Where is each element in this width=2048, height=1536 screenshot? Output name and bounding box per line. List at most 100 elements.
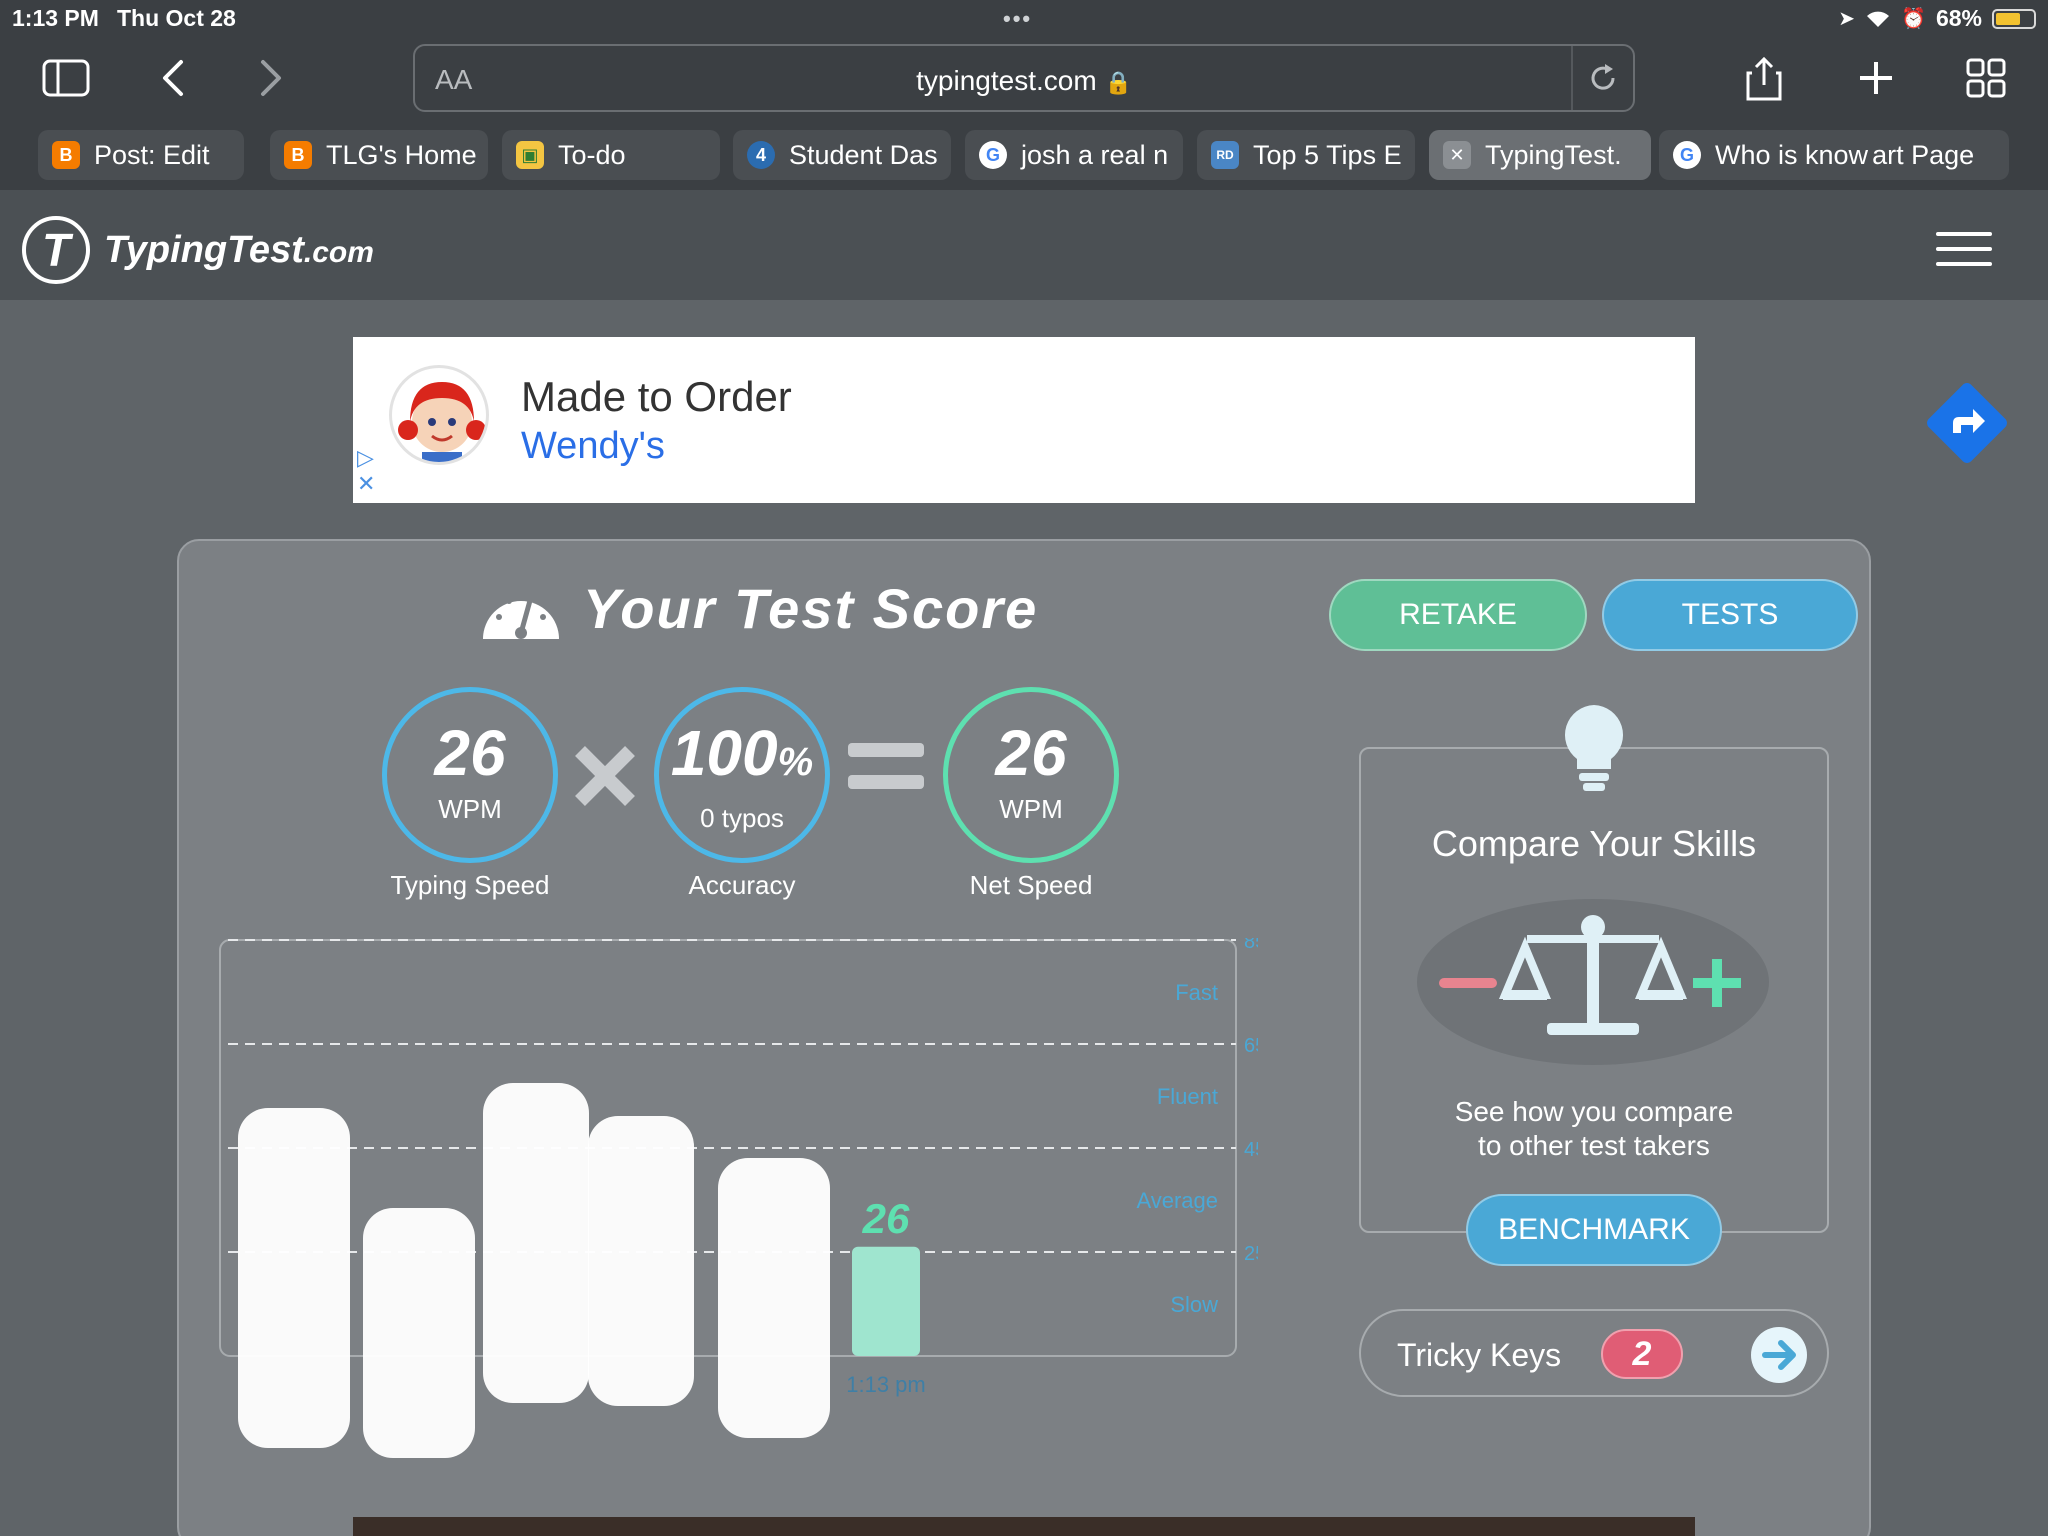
tab-label: TypingTest. xyxy=(1485,139,1622,170)
tab-0[interactable]: B Post: Edit xyxy=(38,130,244,180)
redaction-mark xyxy=(238,1108,350,1448)
tab-label-trailing: art Page xyxy=(1872,139,1975,170)
blogger-icon: B xyxy=(284,141,312,169)
y-tick-label: 25 xyxy=(1244,1243,1258,1265)
multitask-dots-icon[interactable]: ••• xyxy=(1003,6,1032,32)
directions-icon[interactable] xyxy=(1923,379,2011,472)
typing-speed-ring: 26 WPM xyxy=(382,687,558,863)
back-icon[interactable] xyxy=(142,48,202,108)
scale-icon xyxy=(1417,899,1769,1065)
wifi-icon xyxy=(1867,11,1890,27)
speed-history-chart: 85 65 45 25 Fast Fluent Average Slow 26 1:13 pm xyxy=(219,938,1258,1458)
compare-title: Compare Your Skills xyxy=(1431,823,1757,864)
net-speed-ring: 26 WPM xyxy=(943,687,1119,863)
sidebar-toggle-icon[interactable] xyxy=(36,48,96,108)
new-tab-icon[interactable] xyxy=(1846,48,1906,108)
net-speed-value: 26 xyxy=(995,717,1067,789)
banner-ad[interactable]: Made to Order Wendy's ▷ ✕ xyxy=(353,337,2007,503)
redaction-mark xyxy=(483,1083,589,1403)
battery-percent: 68% xyxy=(1935,5,1982,31)
accuracy-value: 100% xyxy=(670,717,814,789)
wendys-logo-icon xyxy=(389,365,489,465)
menu-icon[interactable] xyxy=(1936,232,1992,277)
rd-icon: RD xyxy=(1211,141,1239,169)
adchoices-icon[interactable]: ▷ ✕ xyxy=(357,445,375,497)
equals-icon xyxy=(848,743,924,789)
compare-description: See how you compare to other test takers xyxy=(1454,1096,1734,1161)
y-tick-label: 45 xyxy=(1244,1139,1258,1161)
tricky-keys-row[interactable]: Tricky Keys 2 xyxy=(1359,1309,1829,1397)
share-icon[interactable] xyxy=(1734,48,1794,108)
reload-icon[interactable] xyxy=(1571,46,1633,110)
status-indicators: ➤ ⏰ 68% xyxy=(1838,5,2036,32)
typing-speed-value: 26 xyxy=(434,717,506,789)
benchmark-button[interactable]: BENCHMARK xyxy=(1466,1194,1722,1266)
tab-2[interactable]: ▣ To-do xyxy=(502,130,720,180)
browser-toolbar: AA typingtest.com 🔒 xyxy=(0,36,2048,122)
tab-4[interactable]: Gjosh a real n xyxy=(965,130,1183,180)
net-speed-unit: WPM xyxy=(999,794,1063,824)
retake-button[interactable]: RETAKE xyxy=(1329,579,1587,651)
address-bar[interactable]: AA typingtest.com 🔒 xyxy=(413,44,1635,112)
google-icon: G xyxy=(979,141,1007,169)
typing-speed-label: Typing Speed xyxy=(390,870,550,900)
score-panel: Your Test Score RETAKE TESTS 26 WPM Typi… xyxy=(177,539,1871,1536)
typing-speed-unit: WPM xyxy=(438,794,502,824)
url-text[interactable]: typingtest.com 🔒 xyxy=(415,65,1633,97)
classroom-icon: ▣ xyxy=(516,141,544,169)
location-icon: ➤ xyxy=(1838,8,1856,30)
ad-title[interactable]: Made to Order xyxy=(521,373,792,421)
redaction-mark xyxy=(588,1116,694,1406)
blogger-icon: B xyxy=(52,141,80,169)
tab-label: Who is know xyxy=(1715,139,1869,170)
tests-button[interactable]: TESTS xyxy=(1602,579,1858,651)
speedometer-icon xyxy=(483,596,559,639)
tab-overview-icon[interactable] xyxy=(1956,48,2016,108)
close-icon[interactable]: ✕ xyxy=(1443,141,1471,169)
speed-band-label: Fluent xyxy=(1157,1084,1218,1109)
google-icon: G xyxy=(1673,141,1701,169)
accuracy-ring: 100% 0 typos xyxy=(654,687,830,863)
site-header: T TypingTest.com xyxy=(0,190,2048,300)
bottom-ad[interactable] xyxy=(353,1517,1695,1536)
speed-band-label: Slow xyxy=(1170,1292,1218,1317)
tab-1[interactable]: B TLG's Home xyxy=(270,130,488,180)
status-time: 1:13 PM xyxy=(12,5,99,31)
x-category-label: 1:13 pm xyxy=(846,1372,926,1397)
tab-5[interactable]: RD Top 5 Tips E xyxy=(1197,130,1415,180)
tab-6[interactable]: ✕ TypingTest. xyxy=(1429,130,1651,180)
tab-7[interactable]: G Who is know art Page xyxy=(1659,130,2009,180)
tab-label: To-do xyxy=(558,139,626,170)
tab-label: TLG's Home xyxy=(326,139,477,170)
tab-3[interactable]: 4 Student Das xyxy=(733,130,951,180)
logo-mark-icon: T xyxy=(22,216,90,284)
y-tick-label: 65 xyxy=(1244,1035,1258,1057)
y-tick-label: 85 xyxy=(1244,938,1258,953)
tab-label: Student Das xyxy=(789,139,938,170)
forward-icon[interactable] xyxy=(242,48,302,108)
tab-bar: B Post: Edit B TLG's Home ▣ To-do 4 Student Das… xyxy=(0,122,2048,190)
arrow-right-icon[interactable] xyxy=(1749,1325,1809,1385)
net-speed-label: Net Speed xyxy=(969,870,1093,900)
accuracy-typos: 0 typos xyxy=(700,803,784,833)
battery-icon xyxy=(1992,8,2036,29)
accuracy-label: Accuracy xyxy=(688,870,796,900)
alarm-icon: ⏰ xyxy=(1901,8,1926,30)
redaction-mark xyxy=(363,1208,475,1458)
student-icon: 4 xyxy=(747,141,775,169)
status-bar: 1:13 PM Thu Oct 28 ••• ➤ ⏰ 68% xyxy=(0,0,2048,36)
tab-label: josh a real n xyxy=(1021,139,1169,170)
ad-brand[interactable]: Wendy's xyxy=(521,425,665,468)
status-date: Thu Oct 28 xyxy=(117,5,236,31)
redaction-mark xyxy=(718,1158,830,1438)
data-bar xyxy=(852,1246,920,1356)
tab-label: Post: Edit xyxy=(94,139,210,170)
compare-skills-card: Compare Your Skills See how you compare … xyxy=(1359,747,1829,1233)
logo-text: TypingTest.com xyxy=(104,228,374,271)
speed-band-label: Fast xyxy=(1175,980,1218,1005)
tricky-keys-count: 2 xyxy=(1601,1329,1683,1379)
score-heading: Your Test Score xyxy=(479,575,1038,641)
bar-value-label: 26 xyxy=(862,1195,910,1242)
site-logo[interactable]: T TypingTest.com xyxy=(22,216,374,284)
tricky-keys-label: Tricky Keys xyxy=(1397,1337,1562,1373)
